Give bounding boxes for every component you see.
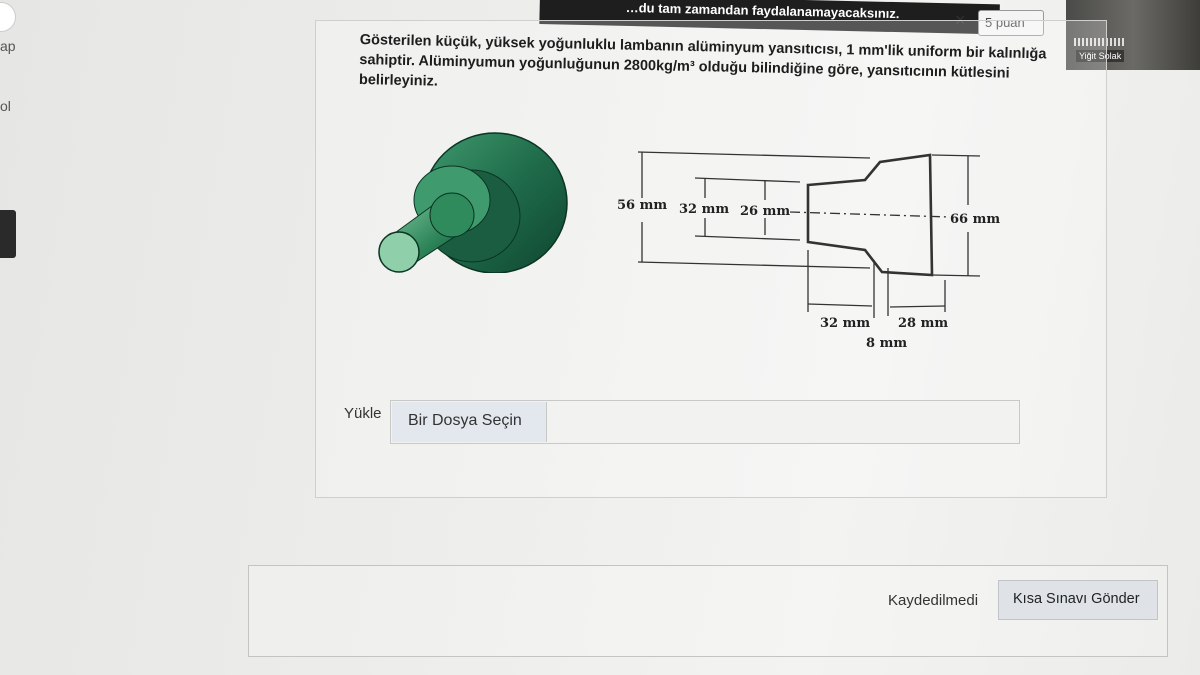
dim-arrow-l28 <box>889 305 946 308</box>
dim-arrow-l32 <box>807 303 873 307</box>
ext-66-top <box>931 154 981 157</box>
inner-bottom-line <box>694 235 801 241</box>
save-status: Kaydedilmedi <box>888 592 979 609</box>
dim-label-66: 66 mm <box>950 212 1001 227</box>
centerline <box>789 211 951 218</box>
top-extension-line <box>637 151 871 159</box>
reflector-3d-illustration <box>378 132 568 273</box>
left-edge-fragment: ap ol <box>0 0 28 258</box>
dim-label-26: 26 mm <box>740 204 791 219</box>
dim-label-len-32: 32 mm <box>820 316 871 331</box>
choose-file-button[interactable]: Bir Dosya Seçin <box>392 402 547 442</box>
side-text-fragment: ol <box>0 98 11 114</box>
submit-quiz-button[interactable]: Kısa Sınavı Gönder <box>998 580 1158 620</box>
inner-top-line <box>694 177 801 183</box>
reflector-section-drawing <box>637 151 981 318</box>
bottom-extension-line <box>637 261 871 269</box>
side-tab[interactable] <box>0 210 16 258</box>
neck-joint-shape <box>429 192 475 238</box>
dim-label-len-8: 8 mm <box>866 336 908 351</box>
nav-circle-button[interactable] <box>0 2 16 32</box>
upload-label: Yükle <box>344 405 382 422</box>
front-cap-shape <box>378 231 420 273</box>
dim-label-32: 32 mm <box>679 202 730 217</box>
ext-66-bottom <box>931 274 981 277</box>
dim-label-len-28: 28 mm <box>898 316 949 331</box>
dim-label-56: 56 mm <box>617 198 668 213</box>
side-text-fragment: ap <box>0 38 16 54</box>
